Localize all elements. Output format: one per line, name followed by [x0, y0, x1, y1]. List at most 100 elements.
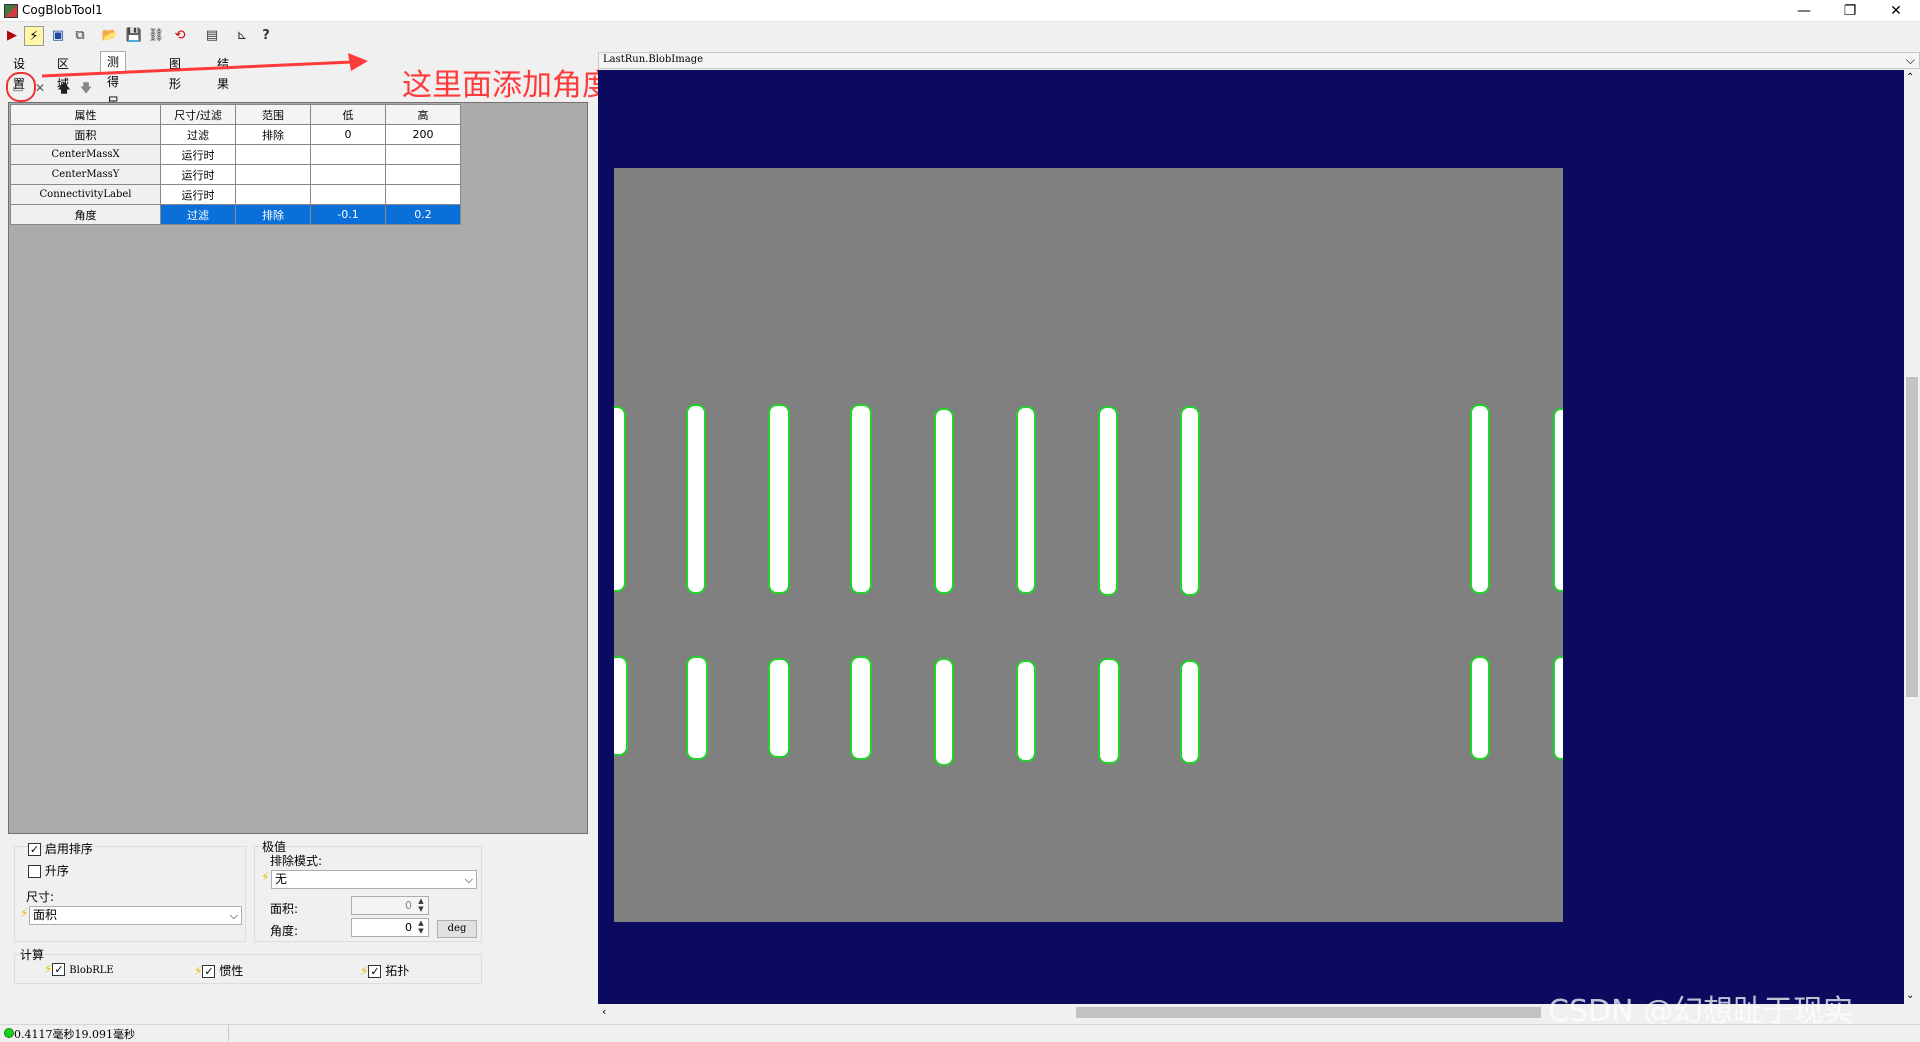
grid-cell-range[interactable] [235, 144, 311, 165]
link-icon[interactable]: ⛓ [146, 26, 166, 46]
grid-header-row: 属性 尺寸/过滤 范围 低 高 [10, 104, 461, 125]
display-icon[interactable]: ▤ [202, 26, 222, 46]
blob [1470, 404, 1490, 594]
move-up-icon[interactable]: 🡅 [56, 80, 72, 96]
table-row[interactable]: 面积 过滤 排除 0 200 [10, 124, 461, 145]
grid-header: 尺寸/过滤 [160, 104, 236, 125]
blob [1553, 656, 1563, 760]
status-divider [228, 1025, 229, 1041]
table-row[interactable]: CenterMassX 运行时 [10, 144, 461, 165]
extreme-area-value: 0 [405, 899, 412, 912]
run-icon[interactable]: ▶ [2, 26, 22, 46]
sort-size-label: 尺寸: [26, 890, 55, 904]
blob [614, 656, 628, 756]
deg-button[interactable]: deg [437, 920, 477, 938]
grid-cell-mode[interactable]: 运行时 [160, 164, 236, 185]
grid-cell-property[interactable]: ConnectivityLabel [10, 184, 161, 205]
chevron-down-icon[interactable]: ⌵ [1906, 53, 1915, 68]
copy-icon[interactable]: ⧉ [70, 26, 90, 46]
grid-cell-range[interactable] [235, 184, 311, 205]
grid-cell-high[interactable] [385, 184, 461, 205]
compute-topology-label: 拓扑 [385, 964, 410, 978]
horizontal-scroll-thumb[interactable] [1076, 1007, 1541, 1018]
grid-cell-property[interactable]: CenterMassX [10, 144, 161, 165]
image-icon[interactable]: ▣ [48, 26, 68, 46]
grid-cell-high[interactable] [385, 164, 461, 185]
compute-inertia-check[interactable]: ✓ [202, 965, 216, 978]
compute-blobrle-check[interactable]: ✓ [52, 963, 66, 976]
enable-sort-checkbox[interactable]: ✓ 启用排序 [28, 840, 93, 857]
toolbar: ▶ ⚡ ▣ ⧉ 📂 💾 ⛓ ⟲ ▤ ⊾ ? [0, 22, 600, 50]
bolt-icon: ⚡ [194, 964, 203, 978]
vertical-scroll-thumb[interactable] [1906, 377, 1918, 697]
grid-cell-mode[interactable]: 运行时 [160, 144, 236, 165]
chevron-down-icon[interactable]: ⌵ [465, 871, 473, 888]
grid-cell-property[interactable]: 角度 [10, 204, 161, 225]
help-icon[interactable]: ? [256, 26, 276, 46]
chart-icon[interactable]: ⊾ [232, 26, 252, 46]
delete-icon[interactable]: ✕ [32, 80, 48, 96]
move-down-icon[interactable]: 🡇 [78, 80, 94, 96]
compute-inertia[interactable]: ⚡ ✓ 惯性 [194, 962, 243, 979]
table-row[interactable]: ConnectivityLabel 运行时 [10, 184, 461, 205]
blob [686, 656, 708, 760]
grid-cell-low[interactable]: -0.1 [310, 204, 386, 225]
ascending-check[interactable] [28, 865, 41, 878]
grid-cell-high[interactable]: 0.2 [385, 204, 461, 225]
window-title: CogBlobTool1 [22, 3, 103, 17]
scroll-up-icon[interactable]: ⌃ [1906, 72, 1914, 83]
compute-blobrle[interactable]: ⚡ ✓ BlobRLE [44, 962, 114, 976]
add-row-icon[interactable]: ▭ [10, 80, 26, 96]
compute-group-label: 计算 [20, 948, 45, 962]
sort-size-value: 面积 [33, 908, 58, 922]
extreme-angle-spinner[interactable]: 0 ▲ ▼ [351, 918, 429, 937]
grid-cell-low[interactable] [310, 144, 386, 165]
grid-cell-range[interactable]: 排除 [235, 124, 311, 145]
grid-cell-low[interactable] [310, 164, 386, 185]
grid-cell-low[interactable]: 0 [310, 124, 386, 145]
extreme-area-spinner[interactable]: 0 ▲ ▼ [351, 896, 429, 915]
sort-size-combo[interactable]: 面积 ⌵ [29, 906, 242, 925]
grid-cell-high[interactable] [385, 144, 461, 165]
bolt-icon: ⚡ [44, 962, 53, 976]
exclude-mode-combo[interactable]: 无 ⌵ [271, 870, 477, 889]
blob [614, 406, 626, 592]
table-row-selected[interactable]: 角度 过滤 排除 -0.1 0.2 [10, 204, 461, 225]
open-icon[interactable]: 📂 [100, 26, 120, 46]
blob [1470, 656, 1490, 760]
chevron-down-icon[interactable]: ⌵ [230, 907, 238, 924]
table-row[interactable]: CenterMassY 运行时 [10, 164, 461, 185]
grid-cell-low[interactable] [310, 184, 386, 205]
compute-topology[interactable]: ⚡ ✓ 拓扑 [360, 962, 409, 979]
electric-icon[interactable]: ⚡ [24, 26, 44, 46]
reset-icon[interactable]: ⟲ [170, 26, 190, 46]
grid-header: 高 [385, 104, 461, 125]
blob [1180, 406, 1200, 596]
blob [768, 658, 790, 758]
scroll-down-icon[interactable]: ⌄ [1906, 990, 1914, 1001]
grid-cell-range[interactable] [235, 164, 311, 185]
spin-arrows-icon[interactable]: ▲ ▼ [415, 897, 427, 913]
spin-arrows-icon[interactable]: ▲ ▼ [415, 919, 427, 935]
exclude-mode-value: 无 [275, 872, 288, 886]
grid-cell-property[interactable]: 面积 [10, 124, 161, 145]
close-button[interactable]: ✕ [1873, 0, 1919, 22]
tab-settings[interactable]: 设置 [6, 53, 33, 91]
grid-cell-property[interactable]: CenterMassY [10, 164, 161, 185]
compute-topology-check[interactable]: ✓ [368, 965, 382, 978]
ascending-checkbox[interactable]: 升序 [28, 862, 69, 879]
grid-cell-mode[interactable]: 运行时 [160, 184, 236, 205]
grid-cell-range[interactable]: 排除 [235, 204, 311, 225]
grid-cell-mode[interactable]: 过滤 [160, 204, 236, 225]
save-icon[interactable]: 💾 [124, 26, 144, 46]
minimize-button[interactable]: — [1781, 0, 1827, 22]
blob-image[interactable] [614, 168, 1563, 922]
display-header[interactable]: LastRun.BlobImage ⌵ [598, 52, 1920, 69]
scroll-left-icon[interactable]: ‹ [602, 1005, 606, 1018]
blob [1180, 660, 1200, 764]
restore-button[interactable]: ❐ [1827, 0, 1873, 22]
grid-header: 低 [310, 104, 386, 125]
grid-cell-high[interactable]: 200 [385, 124, 461, 145]
grid-cell-mode[interactable]: 过滤 [160, 124, 236, 145]
enable-sort-check[interactable]: ✓ [28, 843, 41, 856]
